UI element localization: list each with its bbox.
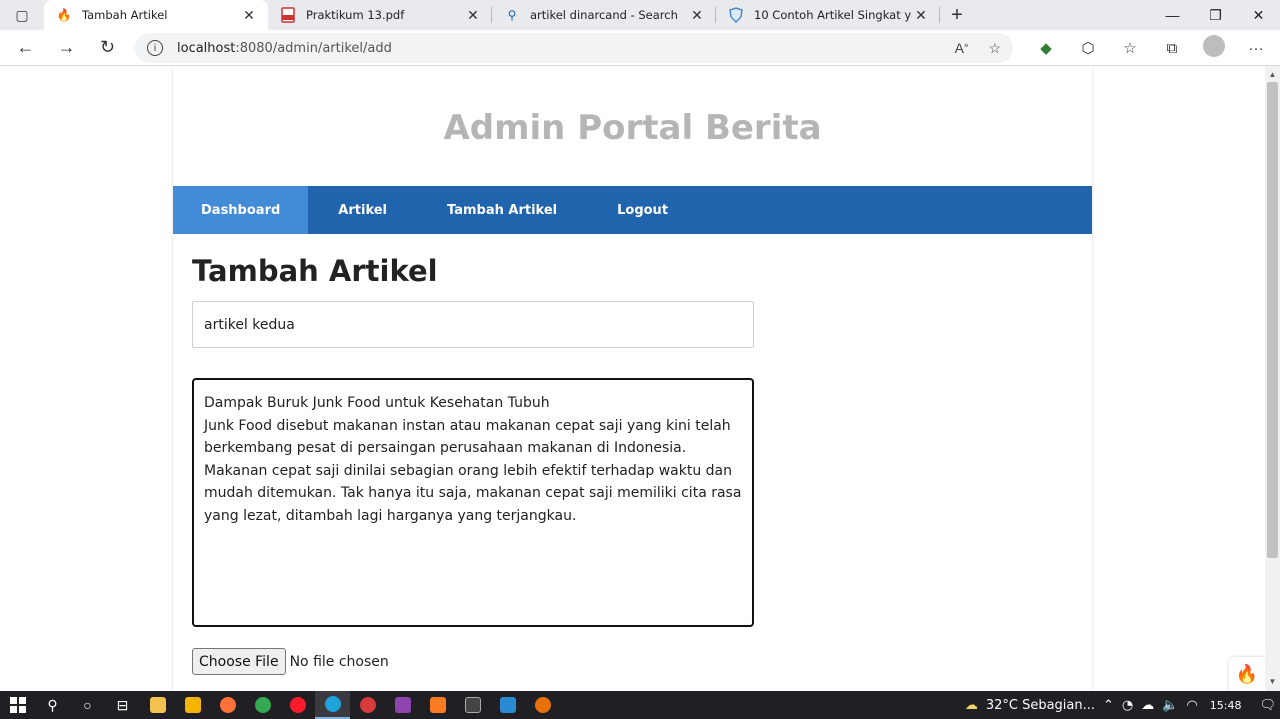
search-icon[interactable]: ⚲ [35,691,70,719]
browser-tab-strip: ▢ 🔥 Tambah Artikel ✕ Praktikum 13.pdf ✕ … [0,0,1280,30]
read-aloud-icon[interactable]: A» [955,40,969,57]
vscode-icon[interactable] [490,691,525,719]
weather-text[interactable]: 32°C Sebagian... [986,698,1095,713]
wifi-icon[interactable]: ◠ [1186,698,1197,713]
site-info-icon[interactable]: i [147,40,163,56]
cloud-icon[interactable]: ☁ [1141,698,1154,713]
choose-file-button[interactable]: Choose File [192,648,286,675]
tab-title: Tambah Artikel [82,8,168,22]
firefox-icon[interactable] [210,691,245,719]
file-explorer-icon[interactable] [140,691,175,719]
url-text: localhost:8080/admin/artikel/add [177,40,392,56]
pdf-icon [280,7,296,23]
scroll-up-icon[interactable]: ▲ [1265,68,1280,82]
close-tab-icon[interactable]: ✕ [912,7,930,24]
file-upload: Choose File No file chosen [192,648,389,675]
new-tab-icon[interactable]: + [940,0,974,30]
forward-icon[interactable]: → [46,30,87,66]
task-view-icon[interactable]: ⊟ [105,691,140,719]
page-viewport: Admin Portal Berita Dashboard Artikel Ta… [0,66,1265,691]
page-scrollbar[interactable]: ▲ ▼ [1265,66,1280,691]
scroll-down-icon[interactable]: ▼ [1265,675,1280,689]
close-window-icon[interactable]: ✕ [1237,0,1280,30]
terminal-icon[interactable] [455,691,490,719]
close-tab-icon[interactable]: ✕ [464,7,482,24]
extension-globe-icon[interactable]: ◆ [1025,39,1067,57]
chevron-up-icon[interactable]: ⌃ [1103,698,1114,713]
collections-icon[interactable]: ⧉ [1151,40,1193,57]
xampp-icon[interactable] [420,691,455,719]
winrar-icon[interactable] [385,691,420,719]
weather-icon: ☁ [964,697,978,713]
nav-logout[interactable]: Logout [587,186,698,234]
chrome-icon[interactable] [245,691,280,719]
clock[interactable]: 15:48 [1210,699,1242,712]
close-tab-icon[interactable]: ✕ [688,7,706,24]
chrome-dev-icon[interactable] [525,691,560,719]
browser-tab-tambah-artikel[interactable]: 🔥 Tambah Artikel ✕ [44,0,268,30]
browser-tab-search[interactable]: ⚲ artikel dinarcand - Search ✕ [492,0,716,30]
profile-avatar[interactable] [1193,35,1235,61]
file-status-text: No file chosen [289,653,389,670]
store-icon[interactable] [175,691,210,719]
search-icon: ⚲ [507,8,517,22]
back-icon[interactable]: ← [5,30,46,66]
tab-title: Praktikum 13.pdf [306,8,405,22]
tab-actions-icon[interactable]: ▢ [0,0,44,30]
nav-dashboard[interactable]: Dashboard [173,186,309,234]
admin-container: Admin Portal Berita Dashboard Artikel Ta… [173,66,1092,691]
flame-icon: 🔥 [56,8,72,22]
address-bar[interactable]: i localhost:8080/admin/artikel/add A» ☆ [135,33,1013,63]
tab-title: artikel dinarcand - Search [530,8,678,22]
article-title-input[interactable] [192,301,754,348]
nav-tambah-artikel[interactable]: Tambah Artikel [417,186,587,234]
site-title: Admin Portal Berita [443,108,822,148]
browser-extensions: ◆ ⬡ ☆ ⧉ ··· [1025,30,1277,66]
volume-icon[interactable]: 🔈 [1162,698,1178,713]
more-menu-icon[interactable]: ··· [1235,40,1277,57]
system-tray: ☁ 32°C Sebagian... ⌃ ◔ ☁ 🔈 ◠ 15:48 🗨 [961,698,1280,713]
notification-icon[interactable]: 🗨 [1259,698,1276,713]
shield-icon [728,7,744,23]
cortana-icon[interactable]: ○ [70,691,105,719]
page-title: Tambah Artikel [192,254,438,288]
tab-title: 10 Contoh Artikel Singkat yang B [754,8,912,22]
add-favorite-icon[interactable]: ☆ [988,40,1001,57]
extensions-icon[interactable]: ⬡ [1067,39,1109,57]
opera-icon[interactable] [280,691,315,719]
nav-artikel[interactable]: Artikel [308,186,417,234]
favorites-icon[interactable]: ☆ [1109,39,1151,57]
minimize-icon[interactable]: — [1151,0,1194,30]
close-tab-icon[interactable]: ✕ [240,7,258,24]
window-controls: — ❐ ✕ [1151,0,1280,30]
windows-taskbar: ⚲ ○ ⊟ ☁ 32°C Sebagian... ⌃ ◔ ☁ 🔈 ◠ 15:48… [0,691,1280,719]
edge-icon[interactable] [315,691,350,719]
article-content-textarea[interactable]: Dampak Buruk Junk Food untuk Kesehatan T… [192,378,754,627]
restore-icon[interactable]: ❐ [1194,0,1237,30]
app-red-icon[interactable] [350,691,385,719]
network-icon[interactable]: ◔ [1122,698,1133,713]
reload-icon[interactable]: ↻ [87,30,128,66]
main-nav: Dashboard Artikel Tambah Artikel Logout [173,186,1092,234]
browser-tab-contoh-artikel[interactable]: 10 Contoh Artikel Singkat yang B ✕ [716,0,940,30]
flame-icon[interactable]: 🔥 [1229,657,1265,691]
browser-toolbar: ← → ↻ i localhost:8080/admin/artikel/add… [0,30,1280,66]
windows-start-icon[interactable] [0,691,35,719]
scrollbar-thumb[interactable] [1267,82,1278,558]
browser-tab-praktikum[interactable]: Praktikum 13.pdf ✕ [268,0,492,30]
